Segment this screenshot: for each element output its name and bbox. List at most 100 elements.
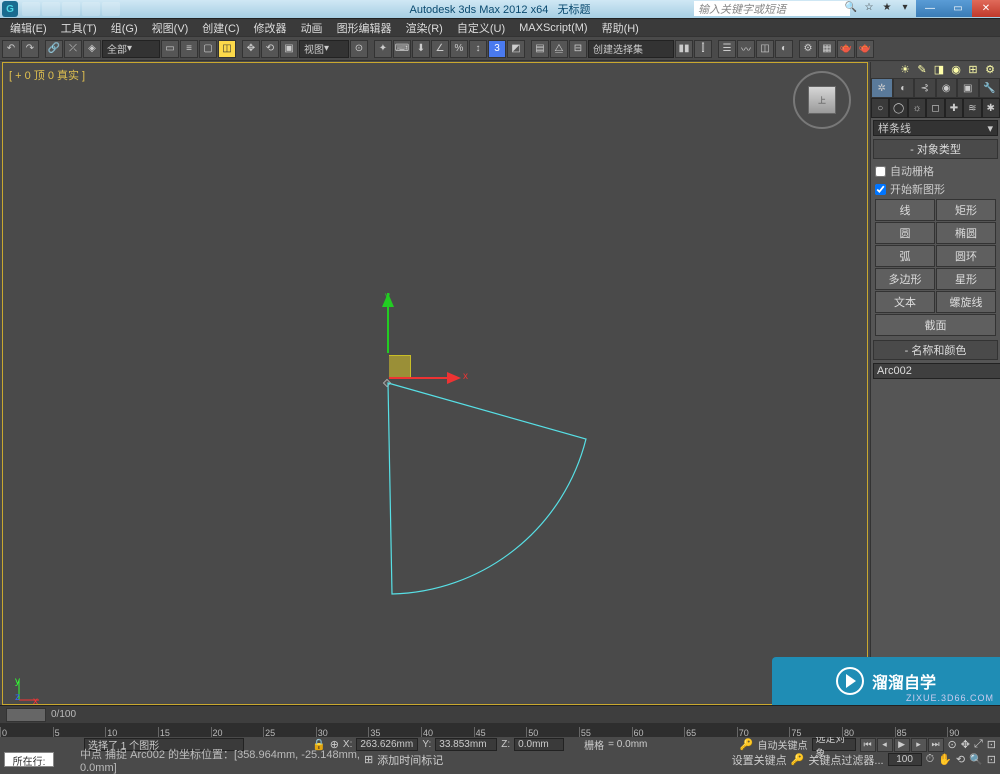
select-scale-icon[interactable]: ▣ [280, 40, 298, 58]
tag-icon[interactable]: ⊞ [364, 753, 373, 766]
menu-views[interactable]: 视图(V) [146, 19, 195, 37]
key-target-dropdown[interactable]: 选定对象 [812, 738, 856, 751]
menu-help[interactable]: 帮助(H) [596, 19, 645, 37]
spinner-snap-icon[interactable]: ↕ [469, 40, 487, 58]
redo-icon[interactable]: ↷ [21, 40, 39, 58]
keyfilter-button[interactable]: 关键点过滤器... [808, 752, 883, 768]
nav-pan-icon[interactable]: ✋ [938, 753, 952, 766]
startnewshape-checkbox[interactable] [875, 184, 886, 195]
snap-toggle-icon[interactable]: 3 [488, 40, 506, 58]
goto-end-icon[interactable]: ⏭ [928, 738, 944, 752]
help-search-input[interactable]: 输入关键字或短语 [694, 1, 850, 16]
edged-faces-icon[interactable]: ◩ [507, 40, 525, 58]
cat-cameras-icon[interactable]: ◻ [926, 98, 944, 118]
btn-arc[interactable]: 弧 [875, 245, 935, 267]
link-icon[interactable]: 🔗 [45, 40, 63, 58]
pivot-center-icon[interactable]: ⊙ [350, 40, 368, 58]
setkey-icon[interactable]: 🔑 [791, 753, 805, 766]
select-manipulate-icon[interactable]: ✦ [374, 40, 392, 58]
qat-save-icon[interactable] [62, 2, 80, 16]
z-coord[interactable]: 0.0mm [514, 738, 564, 751]
nav-orbit-icon[interactable]: ⟲ [956, 753, 965, 766]
btn-section[interactable]: 截面 [875, 314, 996, 336]
qat-open-icon[interactable] [42, 2, 60, 16]
community-icon[interactable]: ☆ [862, 2, 876, 16]
qat-undo-icon[interactable] [82, 2, 100, 16]
object-name-input[interactable] [873, 363, 1000, 379]
favorite-icon[interactable]: ★ [880, 2, 894, 16]
rollout-object-type[interactable]: 对象类型 [873, 139, 998, 159]
viewport-top[interactable]: [ + 0 顶 0 真实 ] 上 y x [2, 62, 868, 705]
tool5-icon[interactable]: ⚙ [983, 63, 997, 77]
nav1-icon[interactable]: ✥ [961, 738, 970, 751]
goto-start-icon[interactable]: ⏮ [860, 738, 876, 752]
time-slider-thumb[interactable] [6, 708, 46, 722]
snap-2d-icon[interactable]: ⬇ [412, 40, 430, 58]
btn-ngon[interactable]: 多边形 [875, 268, 935, 290]
menu-modifiers[interactable]: 修改器 [248, 19, 293, 37]
viewcube[interactable]: 上 [793, 71, 851, 129]
prev-frame-icon[interactable]: ◂ [877, 738, 893, 752]
search-icon[interactable]: 🔍 [844, 2, 858, 16]
selection-filter-dropdown[interactable]: 全部 ▾ [102, 40, 160, 58]
btn-donut[interactable]: 圆环 [936, 245, 996, 267]
x-coord[interactable]: 263.626mm [356, 738, 418, 751]
align-icon[interactable]: ⊟ [569, 40, 587, 58]
menu-edit[interactable]: 编辑(E) [4, 19, 53, 37]
arc-shape[interactable] [386, 381, 606, 611]
menu-rendering[interactable]: 渲染(R) [400, 19, 449, 37]
light-icon[interactable]: ☀ [898, 63, 912, 77]
track-label[interactable]: 所在行: [4, 752, 54, 767]
undo-icon[interactable]: ↶ [2, 40, 20, 58]
tab-utilities[interactable]: 🔧 [979, 78, 1000, 98]
viewport-label[interactable]: [ + 0 顶 0 真实 ] [9, 67, 85, 83]
add-time-tag[interactable]: 添加时间标记 [377, 752, 443, 768]
tab-motion[interactable]: ◉ [936, 78, 958, 98]
render-setup-icon[interactable]: ⚙ [799, 40, 817, 58]
tool2-icon[interactable]: ◨ [932, 63, 946, 77]
qat-redo-icon[interactable] [102, 2, 120, 16]
minimize-button[interactable]: — [916, 0, 944, 17]
select-rotate-icon[interactable]: ⟲ [261, 40, 279, 58]
y-coord[interactable]: 33.853mm [435, 738, 497, 751]
unlink-icon[interactable]: ⤫ [64, 40, 82, 58]
tab-create[interactable]: ✲ [871, 78, 893, 98]
cat-geometry-icon[interactable]: ○ [871, 98, 889, 118]
angle-snap-icon[interactable]: ∠ [431, 40, 449, 58]
btn-text[interactable]: 文本 [875, 291, 935, 313]
viewcube-face[interactable]: 上 [808, 86, 836, 114]
render-icon[interactable]: 🫖 [837, 40, 855, 58]
render-frame-icon[interactable]: ▦ [818, 40, 836, 58]
key-icon[interactable]: 🔑 [740, 738, 754, 751]
ref-coord-dropdown[interactable]: 视图 ▾ [299, 40, 349, 58]
btn-ellipse[interactable]: 椭圆 [936, 222, 996, 244]
time-slider[interactable] [0, 705, 1000, 723]
layers-icon[interactable]: ☰ [718, 40, 736, 58]
rollout-name-color[interactable]: 名称和颜色 [873, 340, 998, 360]
play-icon[interactable]: ▶ [894, 738, 910, 752]
help-dropdown-icon[interactable]: ▾ [898, 2, 912, 16]
nav2-icon[interactable]: ⤢ [974, 738, 983, 751]
tool3-icon[interactable]: ◉ [949, 63, 963, 77]
time-config-icon[interactable]: ⏱ [926, 753, 935, 766]
autokey-button[interactable]: 自动关键点 [758, 737, 808, 752]
cat-shapes-icon[interactable]: ◯ [889, 98, 907, 118]
menu-grapheditors[interactable]: 图形编辑器 [331, 19, 398, 37]
time-ruler[interactable]: 051015202530354045505560657075808590 [0, 723, 1000, 737]
next-frame-icon[interactable]: ▸ [911, 738, 927, 752]
select-region-icon[interactable]: ▢ [199, 40, 217, 58]
bind-icon[interactable]: ◈ [83, 40, 101, 58]
named-selection-input[interactable]: 创建选择集 [588, 40, 674, 58]
shape-type-dropdown[interactable]: 样条线▾ [873, 120, 998, 136]
close-button[interactable]: ✕ [972, 0, 1000, 17]
cat-lights-icon[interactable]: ☼ [908, 98, 926, 118]
nav-zoom-icon[interactable]: 🔍 [969, 753, 983, 766]
cat-spacewarps-icon[interactable]: ≋ [963, 98, 981, 118]
isolate-icon[interactable]: ⊙ [948, 738, 957, 751]
select-move-icon[interactable]: ✥ [242, 40, 260, 58]
qat-new-icon[interactable] [22, 2, 40, 16]
menu-group[interactable]: 组(G) [105, 19, 144, 37]
keyboard-shortcut-icon[interactable]: ⌨ [393, 40, 411, 58]
tab-modify[interactable]: ◐ [893, 78, 915, 98]
tab-display[interactable]: ▣ [957, 78, 979, 98]
